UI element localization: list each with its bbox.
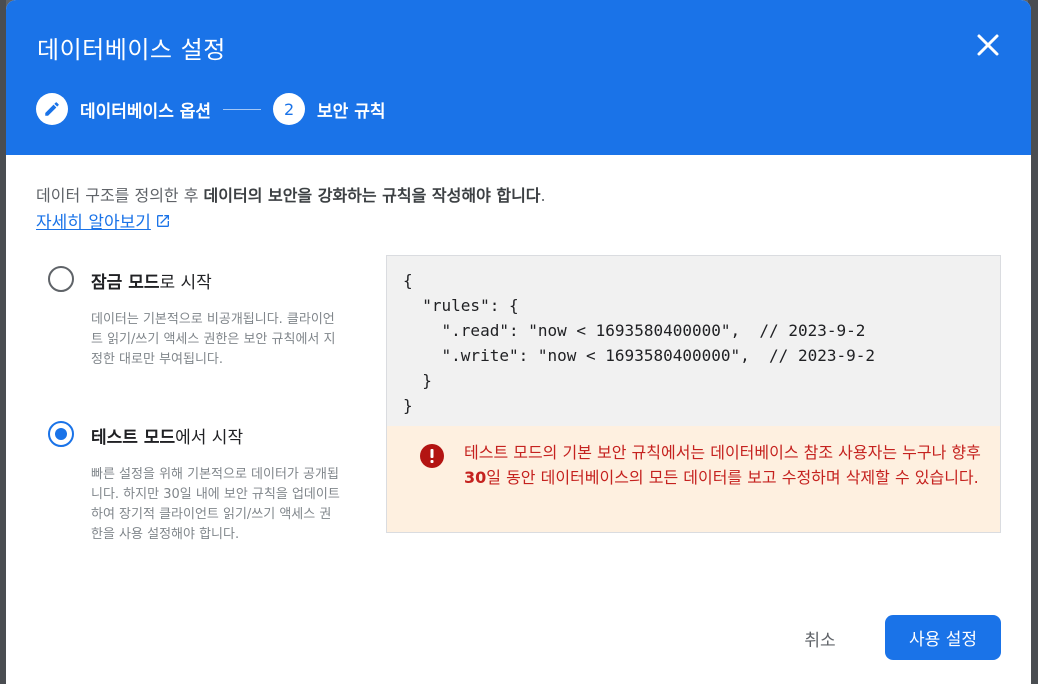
learn-more-link[interactable]: 자세히 알아보기: [36, 208, 171, 233]
close-button[interactable]: [975, 32, 1001, 58]
stepper: 데이터베이스 옵션 2 보안 규칙: [36, 92, 386, 126]
warning-bold: 30: [464, 468, 487, 487]
database-setup-dialog: 데이터베이스 설정 데이터베이스 옵션 2 보안 규칙 데이터 구조를 정의한 …: [6, 0, 1031, 684]
test-mode-title-rest: 에서 시작: [175, 428, 244, 448]
intro-prefix: 데이터 구조를 정의한 후: [36, 186, 204, 205]
step-1-label[interactable]: 데이터베이스 옵션: [80, 97, 211, 122]
error-icon: [420, 444, 444, 468]
warning-banner: 테스트 모드의 기본 보안 규칙에서는 데이터베이스 참조 사용자는 누구나 향…: [386, 426, 1001, 533]
dialog-header: 데이터베이스 설정 데이터베이스 옵션 2 보안 규칙: [6, 0, 1031, 155]
test-mode-title-bold: 테스트 모드: [91, 428, 176, 448]
locked-mode-title-bold: 잠금 모드: [91, 273, 160, 293]
step-2-label: 보안 규칙: [317, 101, 386, 122]
step-connector: [223, 108, 262, 110]
locked-mode-description: 데이터는 기본적으로 비공개됩니다. 클라이언트 읽기/쓰기 액세스 권한은 보…: [91, 312, 336, 367]
close-icon: [977, 34, 999, 56]
locked-mode-title-rest: 로 시작: [159, 273, 212, 293]
step-2-indicator: 2: [273, 93, 306, 125]
intro-text: 데이터 구조를 정의한 후 데이터의 보안을 강화하는 규칙을 작성해야 합니다…: [36, 184, 1016, 208]
intro-suffix: .: [540, 186, 546, 205]
learn-more-label: 자세히 알아보기: [36, 213, 151, 233]
test-mode-title: 테스트 모드에서 시작: [91, 423, 243, 448]
locked-mode-title: 잠금 모드로 시작: [91, 268, 212, 293]
cancel-button[interactable]: 취소: [786, 618, 854, 658]
test-mode-description: 빠른 설정을 위해 기본적으로 데이터가 공개됩니다. 하지만 30일 내에 보…: [91, 467, 340, 542]
enable-button[interactable]: 사용 설정: [885, 615, 1001, 660]
step-1-indicator[interactable]: [36, 93, 68, 125]
dialog-title: 데이터베이스 설정: [37, 36, 226, 64]
open-in-new-icon: [156, 214, 169, 227]
intro-bold: 데이터의 보안을 강화하는 규칙을 작성해야 합니다: [203, 186, 541, 205]
test-mode-radio[interactable]: [48, 421, 74, 447]
security-rules-code: { "rules": { ".read": "now < 16935804000…: [386, 255, 1001, 427]
warning-prefix: 테스트 모드의 기본 보안 규칙에서는 데이터베이스 참조 사용자는 누구나 향…: [464, 443, 981, 462]
locked-mode-radio[interactable]: [48, 266, 74, 292]
warning-suffix: 일 동안 데이터베이스의 모든 데이터를 보고 수정하며 삭제할 수 있습니다.: [486, 468, 979, 487]
warning-text: 테스트 모드의 기본 보안 규칙에서는 데이터베이스 참조 사용자는 누구나 향…: [464, 440, 984, 490]
step-2-number: 2: [283, 99, 295, 119]
pencil-icon: [45, 102, 59, 116]
